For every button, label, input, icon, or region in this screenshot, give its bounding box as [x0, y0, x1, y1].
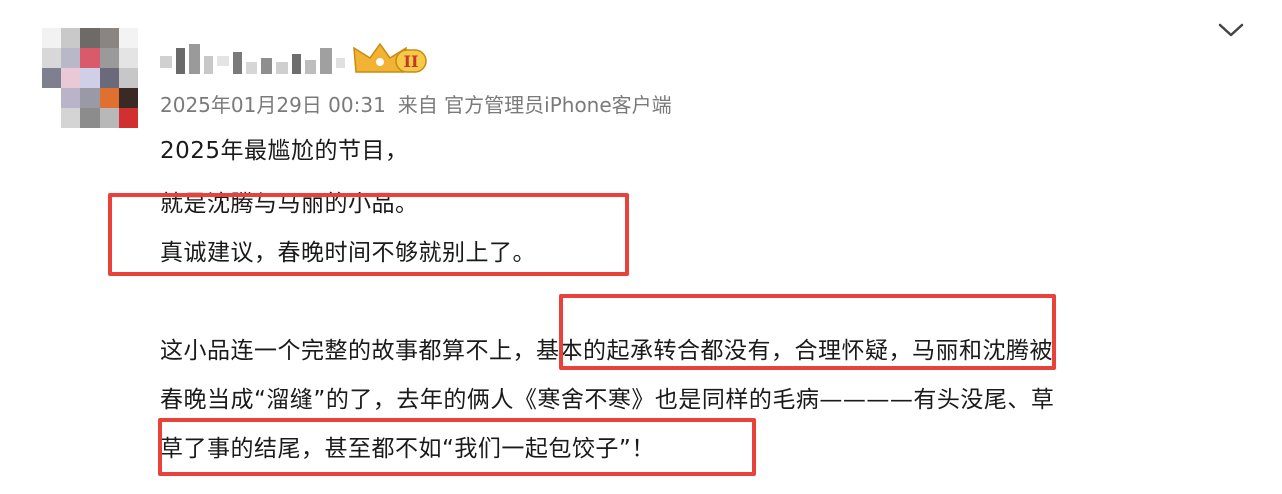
post-text-line: 春晚当成“溜缝”的了，去年的俩人《寒舍不寒》也是同样的毛病————有头没尾、草: [160, 387, 1055, 413]
post-menu-button[interactable]: [1216, 20, 1246, 40]
vip-crown-badge[interactable]: II: [352, 42, 428, 76]
highlight-box: [559, 294, 1056, 370]
highlight-box: [158, 418, 756, 476]
post-meta: 2025年01月29日 00:31 来自 官方管理员iPhone客户端: [160, 89, 672, 118]
post-timestamp: 2025年01月29日 00:31: [160, 93, 386, 117]
highlight-box: [108, 193, 629, 276]
username-obscured[interactable]: [160, 38, 345, 74]
post-text-line: 2025年最尴尬的节目，: [160, 138, 409, 164]
vip-level-text: II: [404, 52, 419, 71]
chevron-down-icon: [1218, 23, 1244, 37]
avatar[interactable]: [42, 28, 138, 128]
post-source[interactable]: 来自 官方管理员iPhone客户端: [398, 93, 672, 117]
crown-icon: II: [353, 42, 427, 73]
